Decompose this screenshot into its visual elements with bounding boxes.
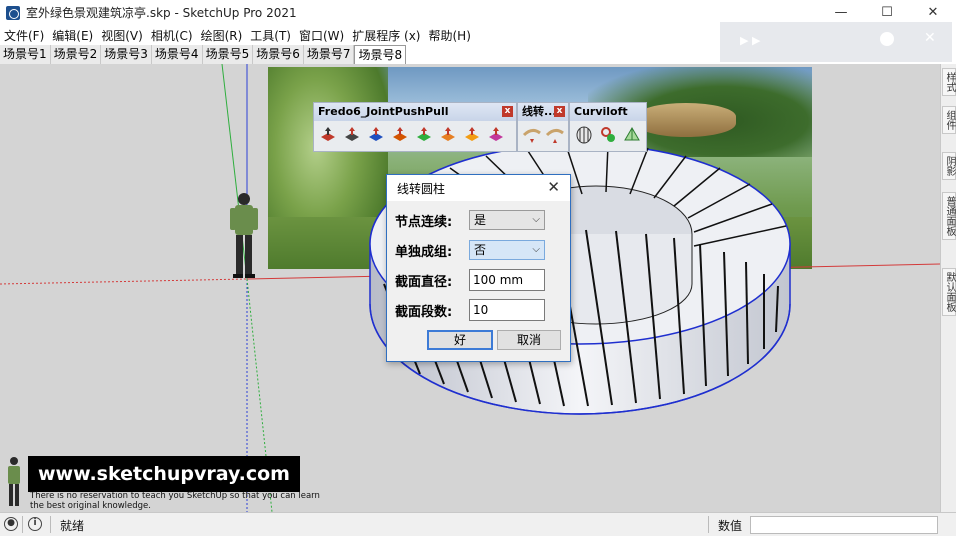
dialog-close-icon[interactable]: ✕ xyxy=(547,178,560,196)
section-diameter-input[interactable] xyxy=(469,269,545,291)
menu-file[interactable]: 文件(F) xyxy=(0,27,48,44)
window-title: 室外绿色景观建筑凉亭.skp - SketchUp Pro 2021 xyxy=(26,6,297,20)
loft-by-spline-icon[interactable] xyxy=(573,124,595,146)
cancel-button[interactable]: 取消 xyxy=(497,330,561,350)
scene-tab-1[interactable]: 场景号1 xyxy=(0,45,51,64)
menu-camera[interactable]: 相机(C) xyxy=(147,27,197,44)
toolbar-title[interactable]: Fredo6_JointPushPull x xyxy=(314,103,516,121)
scene-tab-7[interactable]: 场景号7 xyxy=(303,45,355,64)
lines-to-cylinder-dialog: 线转圆柱 ✕ 节点连续: 是 ⌵ 单独成组: 否 ⌵ 截面直径: 截面段数: 好… xyxy=(386,174,571,362)
measurements-input[interactable] xyxy=(750,516,938,534)
separate-group-select[interactable]: 否 ⌵ xyxy=(469,240,545,260)
dialog-title: 线转圆柱 xyxy=(397,181,446,196)
tray-tab-components[interactable]: 组件 xyxy=(942,106,956,134)
node-continuous-select[interactable]: 是 ⌵ xyxy=(469,210,545,230)
follow-f-icon[interactable] xyxy=(485,124,507,146)
toolbar-close-icon[interactable]: x xyxy=(502,106,513,117)
chevron-down-icon: ⌵ xyxy=(532,244,540,255)
lines-to-tubes-toolbar: 线转... x xyxy=(517,102,569,152)
tray-tab-shadows[interactable]: 阴影 xyxy=(942,152,956,180)
vector-v-icon[interactable] xyxy=(413,124,435,146)
extrude-x-icon[interactable] xyxy=(461,124,483,146)
menu-window[interactable]: 窗口(W) xyxy=(295,27,348,44)
status-divider xyxy=(50,516,51,533)
node-continuous-value: 是 xyxy=(474,213,487,227)
section-diameter-label: 截面直径: xyxy=(395,274,453,290)
menu-bar: 文件(F) 编辑(E) 视图(V) 相机(C) 绘图(R) 工具(T) 窗口(W… xyxy=(0,26,475,44)
chevron-down-icon: ⌵ xyxy=(532,214,540,225)
menu-tools[interactable]: 工具(T) xyxy=(246,27,295,44)
vector-push-pull-icon[interactable] xyxy=(365,124,387,146)
tray-tab-default-panel[interactable]: 默认面板 xyxy=(942,268,956,316)
presenter-figure xyxy=(8,457,20,506)
toolbar-title-text: Curviloft xyxy=(574,105,628,118)
scene-tab-4[interactable]: 场景号4 xyxy=(151,45,203,64)
geo-location-icon[interactable]: ● xyxy=(4,517,18,531)
watermark-note: There is no reservation to teach you Ske… xyxy=(30,491,320,511)
separate-group-value: 否 xyxy=(474,243,487,257)
section-segments-label: 截面段数: xyxy=(395,304,453,320)
push-pull-icon[interactable] xyxy=(317,124,339,146)
toolbar-title[interactable]: Curviloft xyxy=(570,103,646,121)
menu-view[interactable]: 视图(V) xyxy=(97,27,147,44)
section-segments-row: 截面段数: xyxy=(387,299,572,321)
separate-group-label: 单独成组: xyxy=(395,244,453,260)
node-continuous-row: 节点连续: 是 ⌵ xyxy=(387,209,572,231)
scene-tab-6[interactable]: 场景号6 xyxy=(253,45,304,64)
toolbar-close-icon[interactable]: x xyxy=(554,106,565,117)
menu-help[interactable]: 帮助(H) xyxy=(424,27,474,44)
scene-tab-3[interactable]: 场景号3 xyxy=(101,45,152,64)
curviloft-toolbar: Curviloft xyxy=(569,102,647,152)
separate-group-row: 单独成组: 否 ⌵ xyxy=(387,239,572,261)
scale-figure[interactable] xyxy=(228,190,268,282)
faded-floating-panel: ▶ ▶ ✕ xyxy=(720,22,952,62)
loft-along-path-icon[interactable] xyxy=(621,124,643,146)
faded-panel-close-icon: ✕ xyxy=(924,30,936,46)
status-divider xyxy=(708,516,709,533)
normal-n-icon[interactable] xyxy=(437,124,459,146)
default-tray: 样式 组件 阴影 普通面板 默认面板 xyxy=(940,64,956,512)
dialog-title-bar[interactable]: 线转圆柱 ✕ xyxy=(387,175,570,201)
watermark-banner: www.sketchupvray.com xyxy=(28,456,300,492)
faded-panel-glyph-icon: ▶ ▶ xyxy=(740,34,761,47)
menu-edit[interactable]: 编辑(E) xyxy=(48,27,97,44)
skin-contours-icon[interactable] xyxy=(597,124,619,146)
lines-to-tubes-icon[interactable] xyxy=(521,124,542,146)
status-text: 就绪 xyxy=(60,519,85,533)
menu-extensions[interactable]: 扩展程序 (x) xyxy=(348,27,424,44)
fredo6-joint-push-pull-toolbar: Fredo6_JointPushPull x xyxy=(313,102,517,152)
status-bar: ● i 就绪 数值 xyxy=(0,512,956,536)
section-diameter-row: 截面直径: xyxy=(387,269,572,291)
ok-button[interactable]: 好 xyxy=(427,330,493,350)
scene-tab-8[interactable]: 场景号8 xyxy=(354,45,407,64)
status-divider xyxy=(22,516,23,533)
normal-push-pull-icon[interactable] xyxy=(389,124,411,146)
menu-draw[interactable]: 绘图(R) xyxy=(197,27,247,44)
sketchup-app-icon[interactable] xyxy=(6,5,20,20)
scene-tab-2[interactable]: 场景号2 xyxy=(50,45,102,64)
node-continuous-label: 节点连续: xyxy=(395,214,453,230)
toolbar-title-text: Fredo6_JointPushPull xyxy=(318,105,449,118)
measurements-label: 数值 xyxy=(718,519,743,533)
toolbar-title-text: 线转... xyxy=(522,105,557,118)
scene-tab-5[interactable]: 场景号5 xyxy=(202,45,254,64)
tray-tab-normal-panel[interactable]: 普通面板 xyxy=(942,192,956,240)
info-icon[interactable]: i xyxy=(28,517,42,531)
joint-push-pull-icon[interactable] xyxy=(341,124,363,146)
faded-panel-dot-icon xyxy=(880,32,894,46)
tray-tab-styles[interactable]: 样式 xyxy=(942,68,956,96)
toolbar-title[interactable]: 线转... x xyxy=(518,103,568,121)
section-segments-input[interactable] xyxy=(469,299,545,321)
scene-tabs: 场景号1 场景号2 场景号3 场景号4 场景号5 场景号6 场景号7 场景号8 xyxy=(0,45,407,64)
lines-to-tubes-alt-icon[interactable] xyxy=(544,124,565,146)
